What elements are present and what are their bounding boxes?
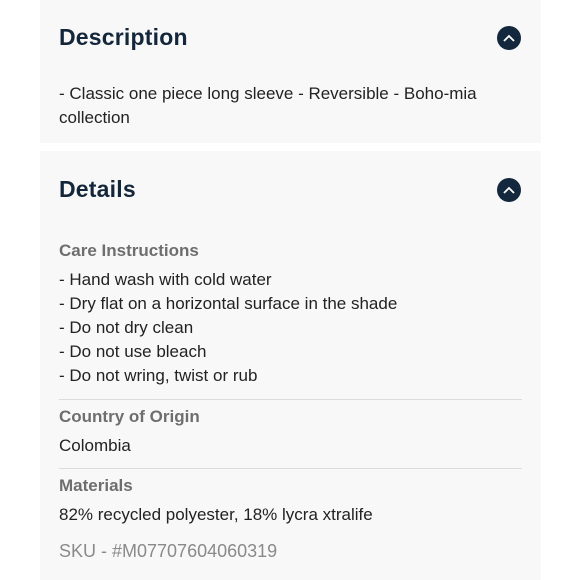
- description-collapse-button[interactable]: [497, 26, 521, 50]
- description-title: Description: [59, 24, 188, 50]
- details-collapse-button[interactable]: [497, 178, 521, 202]
- materials-value: 82% recycled polyester, 18% lycra xtrali…: [59, 505, 373, 524]
- care-item: - Do not wring, twist or rub: [59, 366, 258, 385]
- divider: [59, 468, 522, 469]
- sku-label: SKU - #M07707604060319: [59, 541, 278, 561]
- care-item: - Dry flat on a horizontal surface in th…: [59, 294, 398, 313]
- care-item: - Hand wash with cold water: [59, 270, 272, 289]
- care-instructions-heading: Care Instructions: [59, 241, 199, 260]
- care-item: - Do not dry clean: [59, 318, 194, 337]
- materials-heading: Materials: [59, 476, 133, 495]
- divider: [59, 399, 522, 400]
- description-text-line2: collection: [59, 108, 130, 127]
- country-of-origin-value: Colombia: [59, 436, 131, 455]
- country-of-origin-heading: Country of Origin: [59, 407, 200, 426]
- care-item: - Do not use bleach: [59, 342, 207, 361]
- chevron-up-icon: [503, 34, 515, 42]
- chevron-up-icon: [503, 186, 515, 194]
- description-text-line1: - Classic one piece long sleeve - Revers…: [59, 84, 477, 103]
- details-title: Details: [59, 176, 136, 202]
